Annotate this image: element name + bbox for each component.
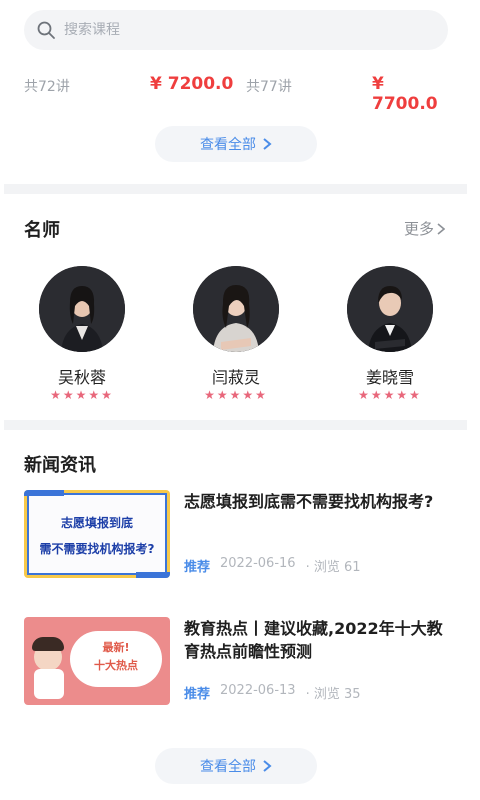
- news-date: 2022-06-13: [220, 683, 296, 698]
- course-price: ¥ 7700.0: [372, 74, 438, 114]
- news-thumbnail: 志愿填报到底 需不需要找机构报考?: [24, 490, 170, 578]
- news-thumbnail: 最新! 十大热点: [24, 617, 170, 705]
- thumbnail-text: 需不需要找机构报考?: [39, 542, 155, 556]
- course-lessons-count: 共77讲: [246, 79, 292, 95]
- chevron-right-icon: [437, 222, 446, 235]
- thumbnail-text: 十大热点: [94, 659, 138, 672]
- news-item[interactable]: 最新! 十大热点 教育热点丨建议收藏,2022年十大教育热点前瞻性预测 推荐 2…: [24, 617, 448, 707]
- teacher-name: 闫菽灵: [211, 368, 260, 387]
- chevron-right-icon: [263, 138, 272, 150]
- rating-stars: ★★★★★: [204, 388, 268, 402]
- search-bar[interactable]: [24, 10, 448, 50]
- course-lessons-count: 共72讲: [24, 79, 70, 95]
- news-meta: 推荐 2022-06-16 · 浏览 61: [184, 556, 361, 575]
- news-tag: 推荐: [184, 560, 211, 575]
- rating-stars: ★★★★★: [50, 388, 114, 402]
- thumbnail-text: 志愿填报到底: [60, 516, 133, 530]
- course-price-row: 共72讲 ¥ 7200.0 共77讲 ¥ 7700.0: [24, 72, 448, 114]
- view-all-courses-button[interactable]: 查看全部: [155, 126, 317, 162]
- teacher-avatar: [39, 266, 125, 352]
- section-divider: [4, 184, 467, 194]
- course-price: ¥ 7200.0: [150, 74, 234, 94]
- news-views: · 浏览 61: [305, 560, 361, 575]
- teacher-avatar: [347, 266, 433, 352]
- news-title[interactable]: 教育热点丨建议收藏,2022年十大教育热点前瞻性预测: [184, 617, 448, 663]
- news-date: 2022-06-16: [220, 556, 296, 571]
- news-section-title: 新闻资讯: [24, 455, 96, 476]
- section-divider: [4, 420, 467, 430]
- teacher-card[interactable]: 闫菽灵 ★★★★★: [188, 266, 284, 404]
- search-icon: [37, 21, 55, 39]
- teacher-card[interactable]: 吴秋蓉 ★★★★★: [34, 266, 130, 404]
- chevron-right-icon: [263, 760, 272, 772]
- news-tag: 推荐: [184, 687, 211, 702]
- news-views: · 浏览 35: [305, 687, 361, 702]
- teachers-section-title: 名师: [24, 220, 60, 241]
- view-all-label: 查看全部: [200, 759, 256, 775]
- news-title[interactable]: 志愿填报到底需不需要找机构报考?: [184, 490, 448, 513]
- news-meta: 推荐 2022-06-13 · 浏览 35: [184, 683, 361, 702]
- news-item[interactable]: 志愿填报到底 需不需要找机构报考? 志愿填报到底需不需要找机构报考? 推荐 20…: [24, 490, 448, 580]
- view-all-news-button[interactable]: 查看全部: [155, 748, 317, 784]
- rating-stars: ★★★★★: [358, 388, 422, 402]
- search-input[interactable]: [64, 22, 424, 38]
- more-teachers-link[interactable]: 更多: [404, 218, 446, 239]
- thumbnail-text: 最新!: [102, 641, 130, 654]
- teacher-card[interactable]: 姜晓雪 ★★★★★: [342, 266, 438, 404]
- teacher-name: 姜晓雪: [365, 368, 414, 387]
- teacher-avatar: [193, 266, 279, 352]
- teacher-name: 吴秋蓉: [57, 368, 106, 387]
- more-label: 更多: [404, 220, 435, 238]
- view-all-label: 查看全部: [200, 137, 256, 153]
